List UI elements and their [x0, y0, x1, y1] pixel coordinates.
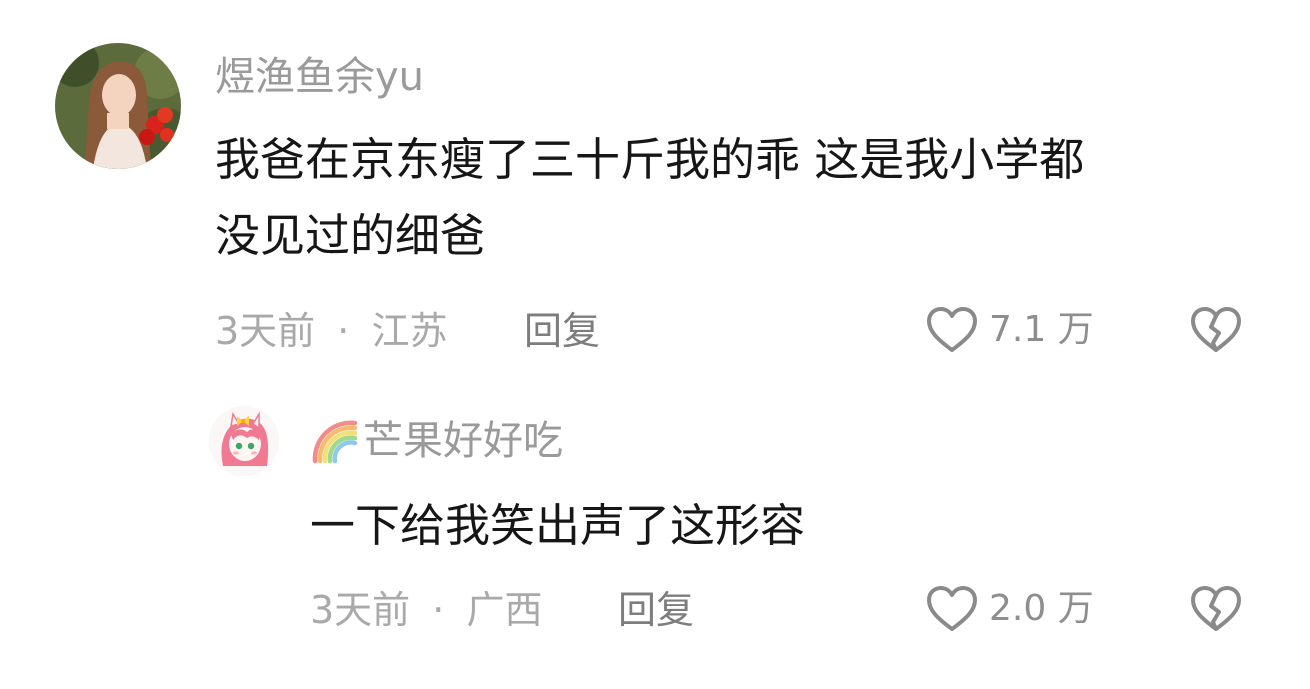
comment-text-line: 一下给我笑出声了这形容 [310, 499, 806, 552]
username[interactable]: 煜渔鱼余yu [215, 53, 424, 101]
comment-meta: 3天前 · 广西 [310, 586, 542, 634]
username[interactable]: 芒果好好吃 [311, 417, 563, 465]
comment-text-line: 没见过的细爸 [215, 209, 486, 262]
broken-heart-icon [1191, 586, 1241, 631]
dislike-button[interactable] [1189, 584, 1243, 634]
portrait-avatar-icon [55, 43, 181, 169]
reply-button[interactable]: 回复 [524, 307, 600, 355]
timestamp: 3天前 [310, 588, 411, 632]
broken-heart-icon [1191, 307, 1241, 352]
heart-outline-icon [927, 586, 977, 631]
like-count: 2.0 万 [989, 588, 1094, 629]
comment-thread: 煜渔鱼余yu 我爸在京东瘦了三十斤我的乖 这是我小学都 没见过的细爸 3天前 ·… [0, 0, 1310, 689]
comment-meta: 3天前 · 江苏 [215, 307, 447, 355]
like-count: 7.1 万 [989, 309, 1094, 350]
comment-text: 一下给我笑出声了这形容 [310, 488, 805, 564]
reply-button[interactable]: 回复 [618, 586, 694, 634]
avatar[interactable] [55, 43, 181, 169]
location: 广西 [466, 588, 543, 632]
dislike-button[interactable] [1189, 305, 1243, 355]
location: 江苏 [371, 309, 448, 353]
avatar[interactable] [209, 406, 279, 476]
like-button[interactable]: 2.0 万 [925, 584, 1094, 634]
comment-text: 我爸在京东瘦了三十斤我的乖 这是我小学都 没见过的细爸 [215, 122, 1084, 274]
username-text: 芒果好好吃 [363, 418, 563, 464]
timestamp: 3天前 [215, 309, 316, 353]
anime-pony-avatar-icon [209, 406, 279, 476]
meta-separator: · [432, 588, 445, 632]
comment-text-line: 我爸在京东瘦了三十斤我的乖 这是我小学都 [215, 133, 1085, 186]
like-button[interactable]: 7.1 万 [925, 305, 1094, 355]
heart-outline-icon [927, 307, 977, 352]
rainbow-icon [312, 420, 358, 464]
meta-separator: · [337, 309, 350, 353]
